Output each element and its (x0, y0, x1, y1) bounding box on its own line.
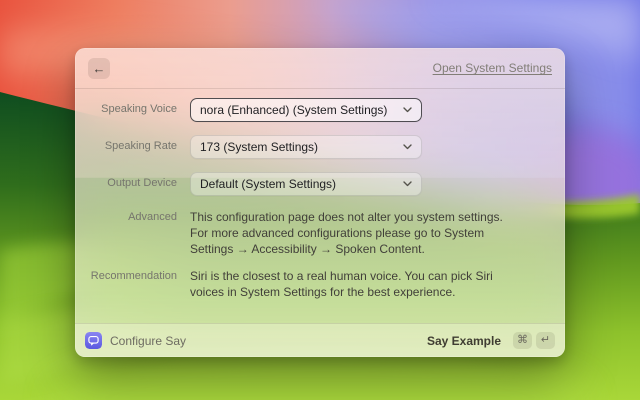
say-app-icon (85, 332, 102, 349)
configure-say-window: ← Open System Settings Speaking Voice no… (75, 48, 565, 357)
window-header: ← Open System Settings (75, 48, 565, 89)
field-label: Speaking Rate (75, 140, 190, 153)
speaking-rate-dropdown[interactable]: 173 (System Settings) (190, 135, 422, 159)
output-device-dropdown[interactable]: Default (System Settings) (190, 172, 422, 196)
footer-actions: Say Example ⌘ ↵ (427, 332, 555, 349)
field-label: Speaking Voice (75, 103, 190, 116)
back-button[interactable]: ← (88, 58, 110, 79)
info-label: Recommendation (75, 268, 190, 283)
back-arrow-icon: ← (93, 62, 106, 75)
chevron-down-icon (403, 181, 412, 187)
info-text: This configuration page does not alter y… (190, 209, 504, 257)
speaking-voice-dropdown[interactable]: nora (Enhanced) (System Settings) (190, 98, 422, 122)
app-name: Configure Say (110, 334, 186, 348)
form-content: Speaking Voice nora (Enhanced) (System S… (75, 89, 565, 323)
dropdown-value: Default (System Settings) (200, 177, 336, 191)
window-footer: Configure Say Say Example ⌘ ↵ (75, 323, 565, 357)
field-label: Output Device (75, 177, 190, 190)
return-key-icon: ↵ (536, 332, 555, 349)
say-example-button[interactable]: Say Example (427, 334, 501, 348)
chevron-down-icon (403, 107, 412, 113)
field-row-output-device: Output Device Default (System Settings) (75, 172, 552, 196)
chevron-down-icon (403, 144, 412, 150)
info-label: Advanced (75, 209, 190, 224)
field-row-speaking-voice: Speaking Voice nora (Enhanced) (System S… (75, 98, 552, 122)
app-chip: Configure Say (85, 332, 186, 349)
command-key-icon: ⌘ (513, 332, 532, 349)
dropdown-value: 173 (System Settings) (200, 140, 318, 154)
field-row-speaking-rate: Speaking Rate 173 (System Settings) (75, 135, 552, 159)
open-system-settings-link[interactable]: Open System Settings (433, 61, 552, 75)
info-row-recommendation: Recommendation Siri is the closest to a … (75, 268, 552, 300)
info-text: Siri is the closest to a real human voic… (190, 268, 504, 300)
dropdown-value: nora (Enhanced) (System Settings) (200, 103, 387, 117)
info-row-advanced: Advanced This configuration page does no… (75, 209, 552, 257)
